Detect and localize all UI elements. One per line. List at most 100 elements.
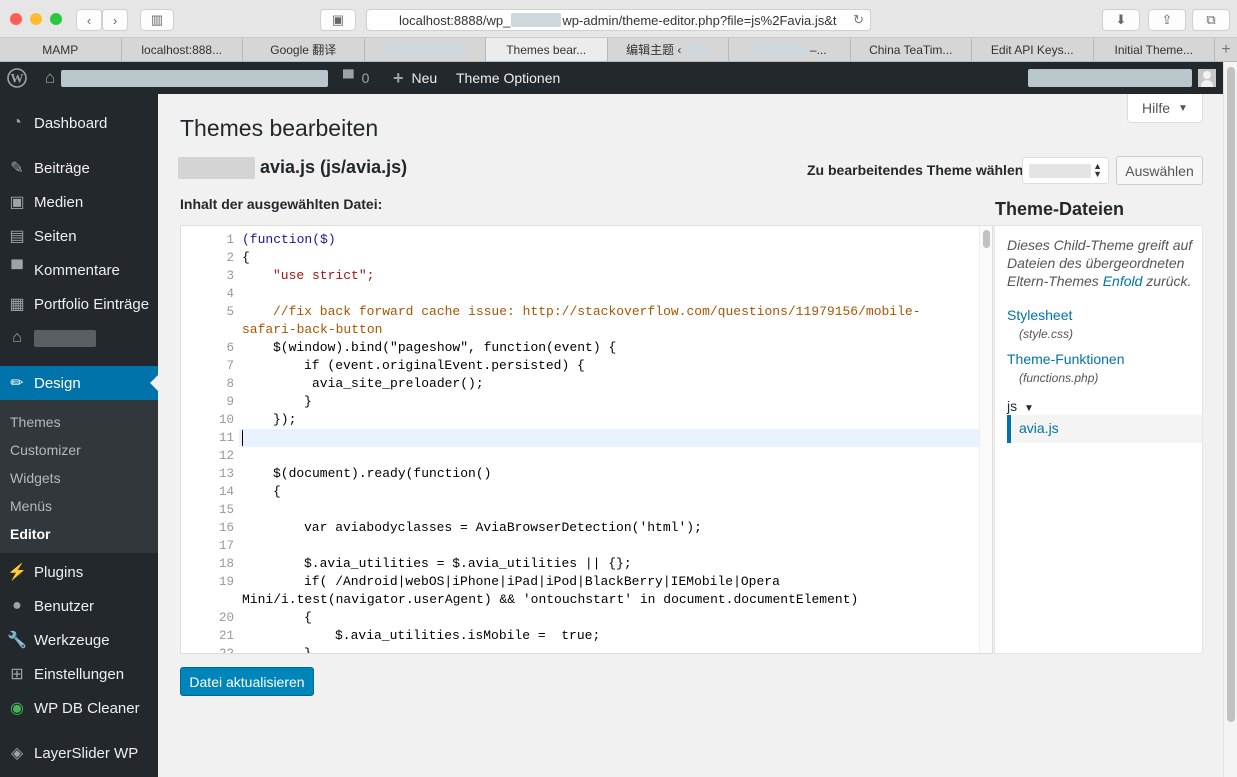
comments-count: 0 (361, 70, 370, 86)
caret-down-icon: ▼ (1178, 102, 1188, 114)
current-file-item[interactable]: avia.js (1007, 415, 1202, 443)
wrench-icon: 🔧 (7, 632, 27, 649)
content-label: Inhalt der ausgewählten Datei: (180, 196, 383, 212)
downloads-button[interactable]: ⬇ (1102, 9, 1140, 31)
parent-theme-link[interactable]: Enfold (1103, 273, 1143, 289)
forward-button[interactable]: › (102, 9, 128, 31)
tab-label: China TeaTim... (869, 42, 953, 57)
line-number: 21 (218, 629, 234, 643)
select-button-label: Auswählen (1125, 162, 1194, 179)
site-home-icon[interactable]: ⌂ (40, 62, 60, 94)
comments-link[interactable]: ▀ 0 (343, 62, 369, 94)
submenu-themes[interactable]: Themes (10, 414, 61, 430)
menu-media[interactable]: ▣ Medien (0, 185, 158, 219)
functions-link[interactable]: Theme-Funktionen (1007, 351, 1125, 367)
menu-label: Einstellungen (34, 665, 125, 683)
menu-dashboard[interactable]: ◔ Dashboard (0, 106, 158, 140)
tabs-overview-button[interactable]: ⧉ (1192, 9, 1230, 31)
new-content-link[interactable]: + Neu (393, 62, 437, 94)
tabs-icon: ⧉ (1206, 12, 1216, 27)
tab-mamp[interactable]: MAMP (0, 38, 122, 61)
line-number: 5 (226, 305, 234, 319)
update-file-button[interactable]: Datei aktualisieren (180, 667, 314, 696)
tab-china-teatime[interactable]: China TeaTim... (851, 38, 972, 61)
menu-plugins[interactable]: ⚡ Plugins (0, 555, 158, 589)
new-tab-button[interactable]: + (1215, 38, 1237, 61)
menu-users[interactable]: ● Benutzer (0, 589, 158, 623)
submenu-customizer[interactable]: Customizer (10, 442, 81, 458)
comment-icon: ▀ (11, 261, 23, 278)
back-button[interactable]: ‹ (76, 9, 102, 31)
wordpress-logo-icon[interactable]: W (6, 62, 28, 94)
page-scrollbar[interactable] (1223, 62, 1237, 777)
tab-edit-api-keys[interactable]: Edit API Keys... (972, 38, 1094, 61)
page-icon: ▤ (9, 228, 25, 245)
stylesheet-link[interactable]: Stylesheet (1007, 307, 1072, 323)
site-name-link[interactable] (61, 62, 328, 94)
minimize-window-button[interactable] (30, 13, 42, 25)
redacted-theme-name (178, 157, 255, 179)
menu-settings[interactable]: ⊞ Einstellungen (0, 657, 158, 691)
tab-google-translate[interactable]: Google 翻译 (243, 38, 365, 61)
editor-scrollbar[interactable] (979, 226, 992, 653)
submenu-editor[interactable]: Editor (10, 526, 50, 542)
menu-comments[interactable]: ▀ Kommentare (0, 253, 158, 287)
tab-localhost[interactable]: localhost:888... (122, 38, 243, 61)
select-theme-button[interactable]: Auswählen (1116, 156, 1203, 185)
line-number: 17 (218, 539, 234, 553)
line-number: 3 (226, 269, 234, 283)
menu-label: Benutzer (34, 597, 95, 615)
sidebar-toggle-button[interactable]: ▥ (140, 9, 174, 31)
reader-button[interactable]: ▣ (320, 9, 356, 31)
menu-pages[interactable]: ▤ Seiten (0, 219, 158, 253)
code-line: { (242, 250, 250, 265)
code-line: (function($) (242, 232, 336, 247)
reload-icon[interactable]: ↻ (849, 12, 864, 28)
submenu-menus[interactable]: Menüs (10, 498, 52, 514)
menu-layerslider[interactable]: ◈ LayerSlider WP (0, 736, 158, 770)
share-button[interactable]: ⇪ (1148, 9, 1186, 31)
redacted-url (511, 13, 562, 27)
menu-tools[interactable]: 🔧 Werkzeuge (0, 623, 158, 657)
user-account-link[interactable] (1028, 62, 1216, 94)
theme-options-link[interactable]: Theme Optionen (456, 62, 560, 94)
editor-scroll-thumb[interactable] (983, 230, 990, 248)
submenu-widgets[interactable]: Widgets (10, 470, 61, 486)
svg-text:W: W (11, 71, 24, 86)
brush-icon: ✏ (10, 375, 24, 392)
menu-label: Seiten (34, 227, 77, 245)
select-arrows-icon: ▲ ▼ (1093, 161, 1102, 179)
menu-wp-db-cleaner[interactable]: ◉ WP DB Cleaner (0, 691, 158, 725)
help-tab-button[interactable]: Hilfe ▼ (1127, 94, 1203, 123)
menu-label: Dashboard (34, 114, 108, 132)
tab-redacted[interactable] (365, 38, 486, 61)
tab-themes-bearbeiten[interactable]: Themes bear... (486, 38, 608, 61)
redacted-tab-title (382, 43, 467, 56)
js-folder-toggle[interactable]: js ▼ (1007, 398, 1034, 414)
menu-design[interactable]: ✏ Design (0, 366, 158, 400)
redacted-tab-title (751, 43, 808, 56)
portfolio-icon: ▦ (9, 296, 25, 313)
menu-portfolio[interactable]: ▦ Portfolio Einträge (0, 287, 158, 321)
code-editor[interactable]: 1 2 3 4 5 6 7 8 9 10 11 12 13 14 15 16 1… (180, 225, 993, 654)
page-scroll-thumb[interactable] (1227, 67, 1235, 722)
menu-label: Beiträge (34, 159, 90, 177)
line-number: 1 (226, 233, 234, 247)
line-number: 20 (218, 611, 234, 625)
plugin-icon: ⚡ (7, 564, 27, 581)
settings-icon: ⊞ (10, 666, 24, 683)
close-window-button[interactable] (10, 13, 22, 25)
tab-initial-theme[interactable]: Initial Theme... (1094, 38, 1215, 61)
theme-select[interactable]: ▲ ▼ (1022, 157, 1109, 184)
address-bar[interactable]: localhost:8888/wp_ wp-admin/theme-editor… (366, 9, 871, 31)
tab-edit-theme-cn[interactable]: 编辑主题 ‹ (608, 38, 729, 61)
line-number: 4 (226, 287, 234, 301)
menu-posts[interactable]: ✎ Beiträge (0, 151, 158, 185)
maximize-window-button[interactable] (50, 13, 62, 25)
media-icon: ▣ (9, 194, 25, 211)
redacted-tab-title (683, 43, 710, 56)
menu-redacted[interactable]: ⌂ (0, 321, 158, 355)
tab-redacted-2[interactable]: –... (729, 38, 851, 61)
child-theme-note: Dieses Child-Theme greift auf Dateien de… (1007, 236, 1197, 290)
browser-toolbar: ‹ › ▥ ▣ localhost:8888/wp_ wp-admin/them… (0, 0, 1237, 38)
